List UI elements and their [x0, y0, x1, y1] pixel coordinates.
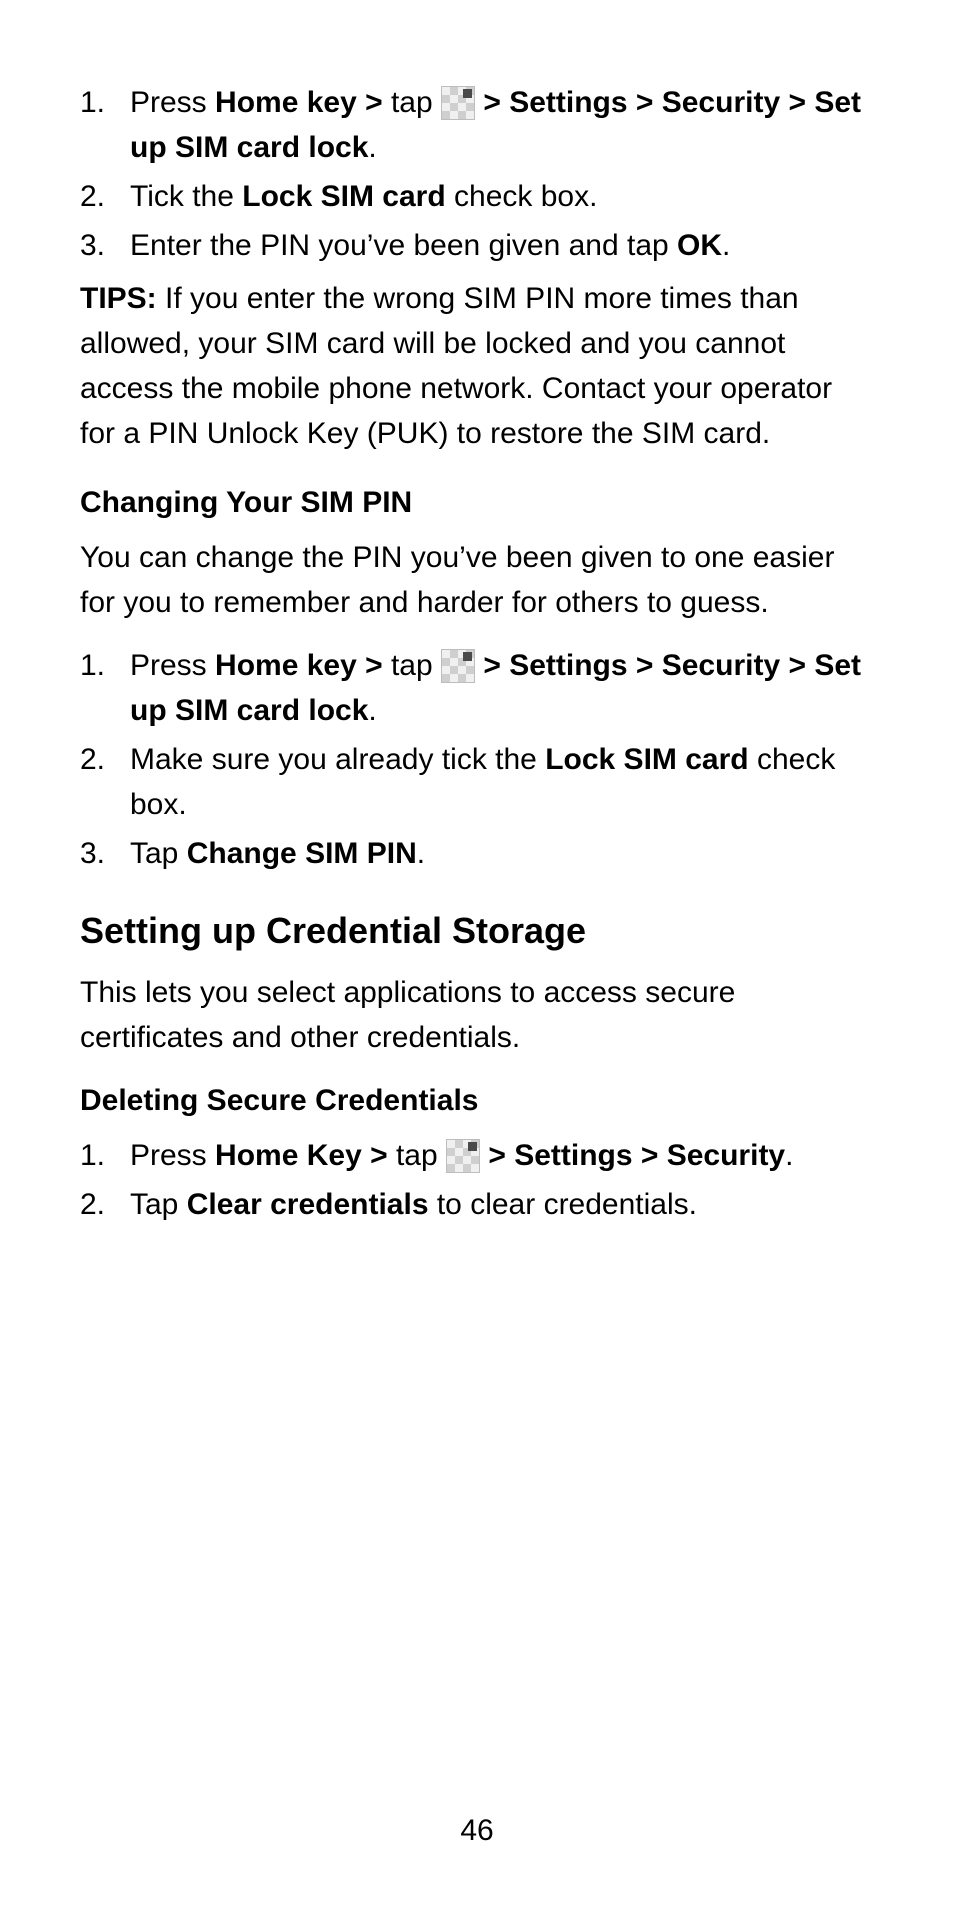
text-bold: Clear credentials — [187, 1188, 429, 1221]
text-bold: Change SIM PIN — [187, 837, 417, 870]
step-body: Press Home key > tap > Settings > Securi… — [130, 80, 874, 170]
text-segment: check box. — [446, 180, 598, 213]
text-segment: . — [368, 131, 376, 164]
text-segment: Press — [130, 649, 215, 682]
text-bold: Lock SIM card — [545, 743, 748, 776]
apps-grid-icon — [446, 1139, 480, 1173]
step-number: 3. — [80, 223, 130, 268]
step-body: Tick the Lock SIM card check box. — [130, 174, 874, 219]
step-body: Tap Clear credentials to clear credentia… — [130, 1182, 874, 1227]
step-body: Press Home key > tap > Settings > Securi… — [130, 643, 874, 733]
step-number: 2. — [80, 1182, 130, 1227]
page-content: 1. Press Home key > tap > Settings > Sec… — [80, 80, 874, 1227]
tips-text: If you enter the wrong SIM PIN more time… — [80, 282, 832, 450]
list-item: 2. Tap Clear credentials to clear creden… — [80, 1182, 874, 1227]
text-bold: Home key > — [215, 649, 391, 682]
text-segment: . — [368, 694, 376, 727]
step-number: 1. — [80, 80, 130, 125]
text-segment: Tick the — [130, 180, 242, 213]
text-segment: tap — [391, 86, 441, 119]
list-item: 2. Make sure you already tick the Lock S… — [80, 737, 874, 827]
text-segment: tap — [396, 1139, 446, 1172]
text-segment: Press — [130, 86, 215, 119]
subheading-change-sim-pin: Changing Your SIM PIN — [80, 480, 874, 525]
paragraph: You can change the PIN you’ve been given… — [80, 535, 874, 625]
text-bold: Home key > — [215, 86, 391, 119]
text-segment: Make sure you already tick the — [130, 743, 545, 776]
steps-list-delete-credentials: 1. Press Home Key > tap > Settings > Sec… — [80, 1133, 874, 1227]
subheading-delete-credentials: Deleting Secure Credentials — [80, 1078, 874, 1123]
apps-grid-icon — [441, 86, 475, 120]
paragraph: This lets you select applications to acc… — [80, 970, 874, 1060]
text-bold: Lock SIM card — [242, 180, 445, 213]
step-number: 2. — [80, 737, 130, 782]
step-number: 3. — [80, 831, 130, 876]
text-bold: Home Key > — [215, 1139, 396, 1172]
text-segment: . — [722, 229, 730, 262]
text-segment: to clear credentials. — [429, 1188, 697, 1221]
step-number: 1. — [80, 1133, 130, 1178]
list-item: 1. Press Home key > tap > Settings > Sec… — [80, 80, 874, 170]
text-segment: tap — [391, 649, 441, 682]
section-heading-credential-storage: Setting up Credential Storage — [80, 904, 874, 958]
text-segment: Press — [130, 1139, 215, 1172]
tips-paragraph: TIPS: If you enter the wrong SIM PIN mor… — [80, 276, 874, 456]
list-item: 1. Press Home Key > tap > Settings > Sec… — [80, 1133, 874, 1178]
text-bold: OK — [677, 229, 722, 262]
list-item: 2. Tick the Lock SIM card check box. — [80, 174, 874, 219]
text-segment: . — [785, 1139, 793, 1172]
text-segment: . — [417, 837, 425, 870]
tips-label: TIPS: — [80, 282, 157, 315]
step-body: Press Home Key > tap > Settings > Securi… — [130, 1133, 874, 1178]
step-body: Enter the PIN you’ve been given and tap … — [130, 223, 874, 268]
document-page: 1. Press Home key > tap > Settings > Sec… — [0, 0, 954, 1908]
step-number: 1. — [80, 643, 130, 688]
page-number: 46 — [0, 1814, 954, 1848]
steps-list-sim-lock: 1. Press Home key > tap > Settings > Sec… — [80, 80, 874, 268]
text-segment: Tap — [130, 837, 187, 870]
list-item: 3. Tap Change SIM PIN. — [80, 831, 874, 876]
list-item: 1. Press Home key > tap > Settings > Sec… — [80, 643, 874, 733]
step-body: Make sure you already tick the Lock SIM … — [130, 737, 874, 827]
step-number: 2. — [80, 174, 130, 219]
apps-grid-icon — [441, 649, 475, 683]
step-body: Tap Change SIM PIN. — [130, 831, 874, 876]
text-bold: > Settings > Security — [480, 1139, 785, 1172]
text-segment: Tap — [130, 1188, 187, 1221]
list-item: 3. Enter the PIN you’ve been given and t… — [80, 223, 874, 268]
text-segment: Enter the PIN you’ve been given and tap — [130, 229, 677, 262]
steps-list-change-pin: 1. Press Home key > tap > Settings > Sec… — [80, 643, 874, 876]
